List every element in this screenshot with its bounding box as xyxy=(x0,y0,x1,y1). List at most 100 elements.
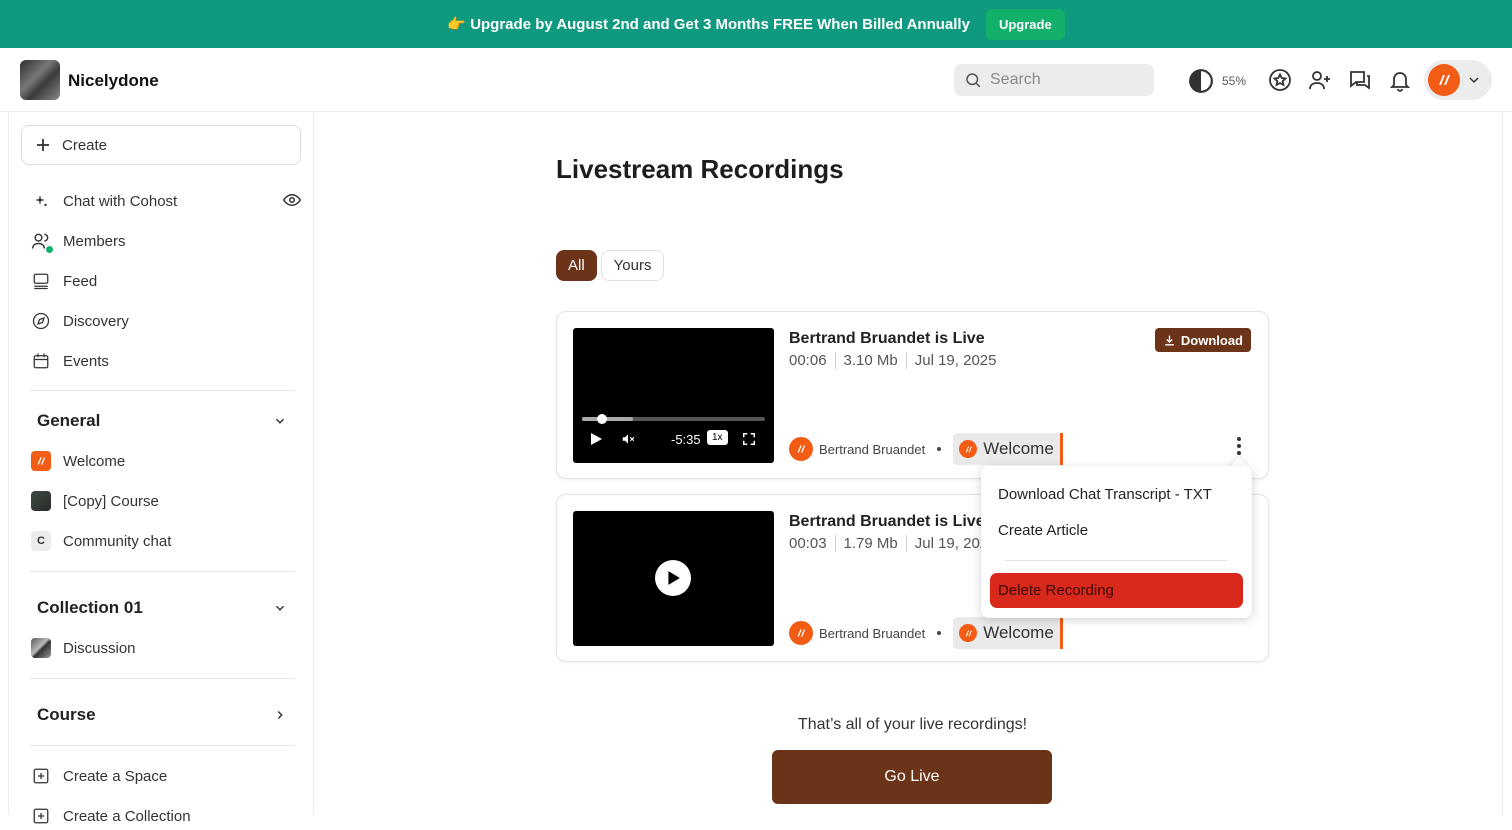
sidebar-divider xyxy=(29,571,295,572)
play-icon[interactable] xyxy=(589,432,603,446)
create-button[interactable]: Create xyxy=(21,125,301,165)
contrast-control[interactable]: 55% xyxy=(1188,68,1246,94)
search-input[interactable] xyxy=(990,71,1140,89)
video-player[interactable]: -5:35 1x xyxy=(573,328,774,463)
recording-card: -5:35 1x Bertrand Bruandet is Live 00:06… xyxy=(556,311,1269,479)
download-button[interactable]: Download xyxy=(1154,328,1251,352)
sidebar-divider xyxy=(29,390,295,391)
feed-icon xyxy=(31,271,51,291)
course-space-icon xyxy=(31,491,51,511)
sidebar: Create Chat with Cohost Members Feed Dis… xyxy=(8,112,314,825)
brand-logo-icon xyxy=(1439,75,1450,85)
messages-icon[interactable] xyxy=(1348,68,1372,92)
video-player[interactable] xyxy=(573,511,774,646)
main-panel-border xyxy=(1502,112,1503,814)
user-menu[interactable] xyxy=(1424,60,1492,100)
recording-filter-tabs: All Yours xyxy=(556,250,665,281)
sidebar-item-label: Welcome xyxy=(63,452,126,470)
sidebar-item-members[interactable]: Members xyxy=(31,227,301,255)
bell-icon[interactable] xyxy=(1388,68,1412,92)
section-title: Course xyxy=(37,705,96,724)
fullscreen-icon[interactable] xyxy=(742,432,756,446)
space-name: Welcome xyxy=(983,439,1054,458)
section-general-header[interactable]: General xyxy=(37,411,287,431)
section-collection-01-header[interactable]: Collection 01 xyxy=(37,598,287,618)
community-logo[interactable] xyxy=(20,60,60,100)
space-chip[interactable]: Welcome xyxy=(953,617,1063,649)
sparkle-icon xyxy=(31,191,51,211)
sidebar-item-community-chat[interactable]: C Community chat xyxy=(31,527,301,555)
recording-date: Jul 19, 2025 xyxy=(914,352,997,369)
star-badge-icon[interactable] xyxy=(1268,68,1292,92)
plus-icon xyxy=(37,139,49,151)
chevron-right-icon xyxy=(277,710,283,720)
go-live-button[interactable]: Go Live xyxy=(772,750,1052,804)
download-icon xyxy=(1165,335,1174,346)
welcome-space-icon xyxy=(31,451,51,471)
more-options-button[interactable] xyxy=(1229,434,1249,458)
section-course-header[interactable]: Course xyxy=(37,705,287,725)
tab-all[interactable]: All xyxy=(556,250,597,281)
search-bar[interactable] xyxy=(954,64,1154,96)
recording-meta: 00:06 3.10 Mb Jul 19, 2025 xyxy=(789,352,1004,369)
create-space-label: Create a Space xyxy=(63,767,168,785)
sidebar-divider xyxy=(29,678,295,679)
recording-title[interactable]: Bertrand Bruandet is Live xyxy=(789,330,985,348)
end-of-list-text: That’s all of your live recordings! xyxy=(797,716,1028,733)
add-member-icon[interactable] xyxy=(1308,68,1332,92)
space-chip[interactable]: Welcome xyxy=(953,433,1063,465)
sidebar-item-label: Discussion xyxy=(63,639,136,657)
search-icon xyxy=(966,73,981,88)
progress-buffered xyxy=(582,417,634,421)
play-button[interactable] xyxy=(655,560,691,596)
sidebar-item-chat-with-cohost[interactable]: Chat with Cohost xyxy=(31,187,301,215)
contrast-value: 55% xyxy=(1222,74,1247,88)
separator-dot xyxy=(937,631,942,635)
recording-duration: 00:03 xyxy=(789,535,836,552)
progress-track[interactable] xyxy=(582,414,765,424)
recording-owner-row: Bertrand Bruandet Welcome xyxy=(789,617,1063,649)
upgrade-banner: 👉 Upgrade by August 2nd and Get 3 Months… xyxy=(0,0,1512,48)
section-title: General xyxy=(37,411,101,430)
playback-speed-button[interactable]: 1x xyxy=(707,430,728,445)
upgrade-banner-text: 👉 Upgrade by August 2nd and Get 3 Months… xyxy=(447,16,970,33)
recording-duration: 00:06 xyxy=(789,352,836,369)
sidebar-item-label: Discovery xyxy=(63,312,129,330)
menu-item-download-transcript[interactable]: Download Chat Transcript - TXT xyxy=(998,486,1212,503)
create-collection-button[interactable]: Create a Collection xyxy=(31,802,301,830)
sidebar-item-label: Events xyxy=(63,352,109,370)
sidebar-item-label: Chat with Cohost xyxy=(63,192,178,210)
chevron-down-icon xyxy=(275,418,285,424)
user-avatar xyxy=(1428,64,1460,96)
sidebar-item-copy-course[interactable]: [Copy] Course xyxy=(31,487,301,515)
sidebar-item-label: Community chat xyxy=(63,532,172,550)
upgrade-button[interactable]: Upgrade xyxy=(985,8,1065,40)
top-header: Nicelydone 55% xyxy=(0,48,1512,112)
create-label: Create xyxy=(62,136,108,154)
recording-size: 1.79 Mb xyxy=(836,535,907,552)
menu-item-delete-recording[interactable]: Delete Recording xyxy=(990,573,1243,608)
player-time: -5:35 xyxy=(671,432,701,447)
tab-yours[interactable]: Yours xyxy=(600,250,665,281)
separator-dot xyxy=(937,447,942,451)
sidebar-item-discovery[interactable]: Discovery xyxy=(31,307,301,335)
owner-avatar xyxy=(789,621,813,645)
progress-handle[interactable] xyxy=(597,414,607,424)
sidebar-item-discussion[interactable]: Discussion xyxy=(31,634,301,662)
owner-name[interactable]: Bertrand Bruandet xyxy=(819,626,925,641)
mute-icon[interactable] xyxy=(621,432,635,446)
create-space-button[interactable]: Create a Space xyxy=(31,762,301,790)
chevron-down-icon xyxy=(275,605,285,611)
sidebar-item-feed[interactable]: Feed xyxy=(31,267,301,295)
menu-item-create-article[interactable]: Create Article xyxy=(998,522,1088,539)
chevron-down-icon xyxy=(1469,77,1479,84)
sidebar-item-events[interactable]: Events xyxy=(31,347,301,375)
eye-icon[interactable] xyxy=(283,191,301,209)
create-collection-label: Create a Collection xyxy=(63,807,191,825)
play-icon xyxy=(668,571,680,585)
recording-owner-row: Bertrand Bruandet Welcome xyxy=(789,433,1063,465)
sidebar-item-welcome[interactable]: Welcome xyxy=(31,447,301,475)
community-name[interactable]: Nicelydone xyxy=(68,71,159,91)
owner-name[interactable]: Bertrand Bruandet xyxy=(819,442,925,457)
recording-title[interactable]: Bertrand Bruandet is Live xyxy=(789,513,985,531)
